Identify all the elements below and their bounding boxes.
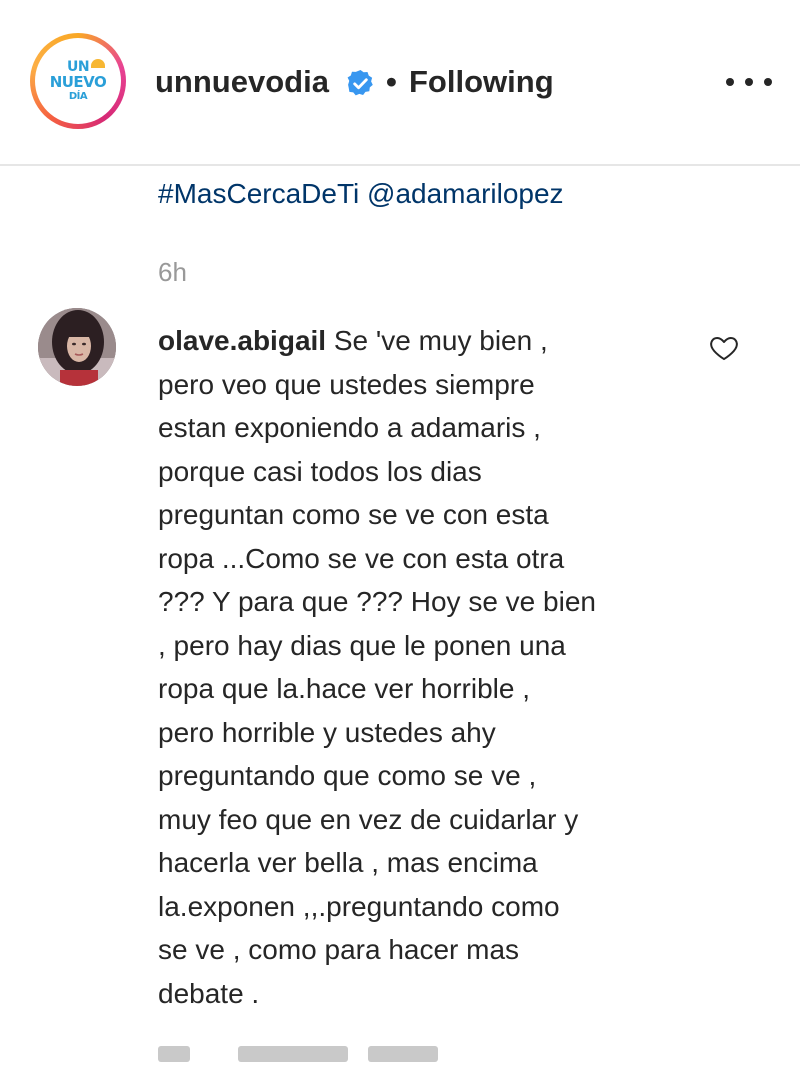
hashtag-link[interactable]: #MasCercaDeTi (158, 178, 359, 209)
logo-text-un: UN (67, 59, 106, 74)
commenter-avatar[interactable] (38, 308, 116, 386)
comment-line: ropa ...Como se ve con esta otra (158, 542, 565, 574)
comment-line: , pero hay dias que le ponen una (158, 629, 566, 661)
follow-separator: • (386, 64, 397, 99)
following-button[interactable]: Following (409, 64, 554, 100)
account-avatar[interactable]: UN NUEVO DÍA (30, 33, 126, 129)
unnuevodia-logo: UN NUEVO DÍA (39, 42, 117, 120)
comment-line: pero horrible y ustedes ahy (158, 716, 496, 748)
comment-body: olave.abigail Se 've muy bien , pero veo… (158, 319, 698, 1015)
logo-text-dia: DÍA (68, 91, 88, 102)
dot (726, 78, 734, 86)
comment-line: preguntando que como se ve , (158, 760, 537, 791)
comment-line: muy feo que en vez de cuidarlar y (158, 803, 579, 835)
comment-author[interactable]: olave.abigail (158, 325, 326, 356)
cutoff-text-fragment (368, 1046, 438, 1062)
comment-line: hacerla ver bella , mas encima (158, 847, 538, 878)
dot (764, 78, 772, 86)
comment-line: ropa que la.hace ver horrible , (158, 673, 530, 704)
more-options-icon[interactable] (726, 70, 772, 94)
comment-line: ??? Y para que ??? Hoy se ve bien (158, 586, 596, 617)
comment-line: debate . (158, 977, 260, 1009)
account-username[interactable]: unnuevodia (155, 64, 329, 100)
comment-meta-cutoff (158, 1046, 448, 1066)
logo-text-nuevo: NUEVO (49, 73, 107, 91)
sun-icon (91, 59, 106, 68)
commenter-photo (38, 308, 116, 386)
verified-badge-icon (347, 69, 373, 96)
comment-line: Se 've muy bien , (333, 325, 548, 356)
comment-line: porque casi todos los dias (158, 455, 482, 487)
comment-line: preguntan como se ve con esta (158, 499, 549, 530)
cutoff-text-fragment (158, 1046, 190, 1062)
comment-line: pero veo que ustedes siempre (158, 368, 535, 400)
comment-line: estan exponiendo a adamaris , (158, 412, 541, 443)
avatar-ring-gap: UN NUEVO DÍA (35, 38, 121, 124)
post-timestamp[interactable]: 6h (158, 254, 187, 290)
caption-tail: #MasCercaDeTi @adamarilopez (158, 174, 564, 214)
comment-first-line: olave.abigail Se 've muy bien , (158, 319, 698, 363)
comment-line: se ve , como para hacer mas (158, 934, 520, 965)
dot (745, 78, 753, 86)
cutoff-text-fragment (238, 1046, 348, 1062)
mention-link[interactable]: @adamarilopez (367, 178, 564, 209)
heart-outline-icon[interactable] (708, 332, 740, 364)
comment-line: la.exponen ,,.preguntando como (158, 890, 560, 922)
post-header: UN NUEVO DÍA unnuevodia • Following (0, 0, 800, 166)
